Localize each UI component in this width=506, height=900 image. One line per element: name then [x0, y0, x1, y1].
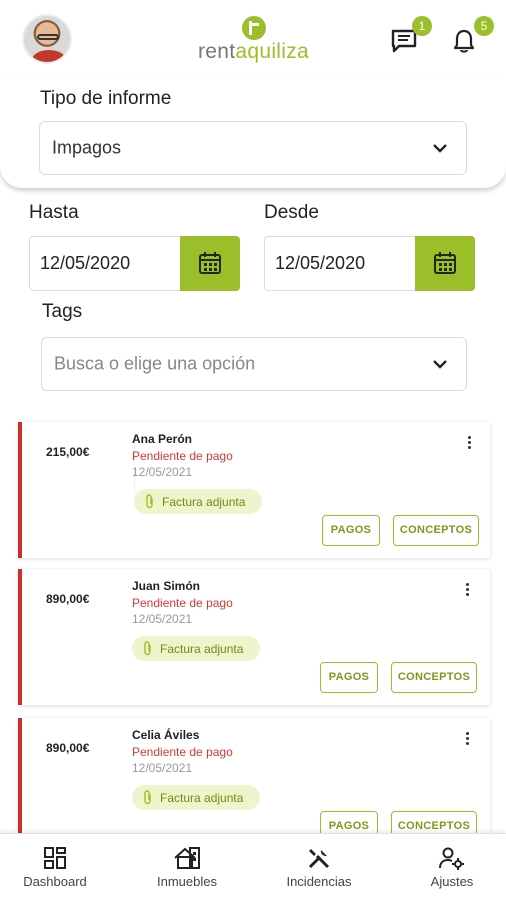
nav-label-ajustes: Ajustes	[430, 874, 474, 889]
logo-mark-icon	[242, 16, 266, 40]
tenant-name: Celia Áviles	[132, 728, 200, 742]
chevron-down-icon	[433, 360, 447, 369]
hasta-date-field[interactable]: 12/05/2020	[29, 236, 240, 291]
nav-label-incidencias: Incidencias	[286, 874, 352, 889]
invoice-date: 12/05/2021	[132, 612, 193, 626]
desde-date-field[interactable]: 12/05/2020	[264, 236, 475, 291]
hasta-label: Hasta	[29, 202, 79, 223]
attachment-label: Factura adjunta	[160, 791, 244, 805]
bottom-navigation: Dashboard Inmuebles Incidencias Ajustes	[0, 833, 506, 900]
invoice-amount: 890,00€	[46, 592, 90, 606]
invoice-card[interactable]: 890,00€ Juan Simón Pendiente de pago 12/…	[18, 569, 490, 705]
nav-label-inmuebles: Inmuebles	[157, 874, 217, 889]
invoice-card[interactable]: 215,00€ Ana Perón Pendiente de pago 12/0…	[18, 422, 490, 558]
paperclip-icon	[144, 790, 151, 805]
dashboard-icon	[44, 847, 66, 869]
more-options-icon[interactable]	[466, 583, 470, 597]
payment-status: Pendiente de pago	[132, 745, 233, 759]
attachment-label: Factura adjunta	[160, 642, 244, 656]
desde-calendar-button[interactable]	[415, 236, 475, 291]
tools-icon	[308, 849, 330, 869]
logo-text: rentaquiliza	[198, 40, 309, 64]
app-logo: rentaquiliza	[198, 16, 313, 66]
user-settings-icon	[439, 847, 464, 870]
paperclip-icon	[144, 641, 151, 656]
nav-item-ajustes[interactable]: Ajustes	[407, 834, 497, 900]
tags-placeholder: Busca o elige una opción	[54, 353, 256, 374]
attachment-label: Factura adjunta	[162, 495, 246, 509]
notifications-button[interactable]: 5	[452, 16, 494, 56]
messages-badge: 1	[412, 16, 432, 36]
report-type-select[interactable]: Impagos	[39, 121, 467, 175]
attachment-chip[interactable]: Factura adjunta	[132, 636, 260, 661]
invoice-amount: 890,00€	[46, 741, 90, 755]
desde-label: Desde	[264, 202, 319, 223]
conceptos-button[interactable]: CONCEPTOS	[391, 662, 477, 693]
nav-item-dashboard[interactable]: Dashboard	[10, 834, 100, 900]
tags-label: Tags	[42, 301, 83, 322]
more-options-icon[interactable]	[468, 436, 472, 450]
bell-icon	[453, 29, 475, 53]
avatar-glasses	[37, 34, 59, 40]
report-type-label: Tipo de informe	[40, 88, 172, 109]
tags-select[interactable]: Busca o elige una opción	[41, 337, 467, 391]
user-avatar[interactable]	[22, 14, 72, 64]
building-icon	[174, 847, 200, 869]
chevron-down-icon	[433, 144, 447, 153]
logo-text-rent: rent	[198, 40, 236, 63]
logo-text-aquiliza: aquiliza	[235, 40, 310, 63]
pagos-button[interactable]: PAGOS	[322, 515, 380, 546]
report-type-panel: Tipo de informe Impagos	[0, 80, 506, 188]
payment-status: Pendiente de pago	[132, 596, 233, 610]
payment-status: Pendiente de pago	[132, 449, 233, 463]
nav-label-dashboard: Dashboard	[23, 874, 87, 889]
pagos-button[interactable]: PAGOS	[320, 662, 378, 693]
avatar-shirt	[32, 50, 66, 62]
notifications-badge: 5	[474, 16, 494, 36]
hasta-date-value: 12/05/2020	[40, 253, 131, 273]
calendar-icon	[434, 252, 456, 274]
desde-date-value: 12/05/2020	[275, 253, 366, 273]
attachment-chip[interactable]: Factura adjunta	[132, 785, 260, 810]
invoice-amount: 215,00€	[46, 445, 90, 459]
conceptos-button[interactable]: CONCEPTOS	[393, 515, 479, 546]
hasta-calendar-button[interactable]	[180, 236, 240, 291]
nav-item-incidencias[interactable]: Incidencias	[274, 834, 364, 900]
invoice-date: 12/05/2021	[132, 761, 193, 775]
tenant-name: Juan Simón	[132, 579, 201, 593]
paperclip-icon	[146, 494, 153, 509]
calendar-icon	[199, 252, 221, 274]
app-header: rentaquiliza 1 5	[0, 0, 506, 80]
nav-item-inmuebles[interactable]: Inmuebles	[142, 834, 232, 900]
invoice-date: 12/05/2021	[132, 465, 193, 479]
messages-button[interactable]: 1	[390, 16, 432, 56]
more-options-icon[interactable]	[466, 732, 470, 746]
invoice-card[interactable]: 890,00€ Celia Áviles Pendiente de pago 1…	[18, 718, 490, 842]
report-type-value: Impagos	[52, 137, 122, 158]
tenant-name: Ana Perón	[132, 432, 193, 446]
attachment-chip[interactable]: Factura adjunta	[134, 489, 262, 514]
